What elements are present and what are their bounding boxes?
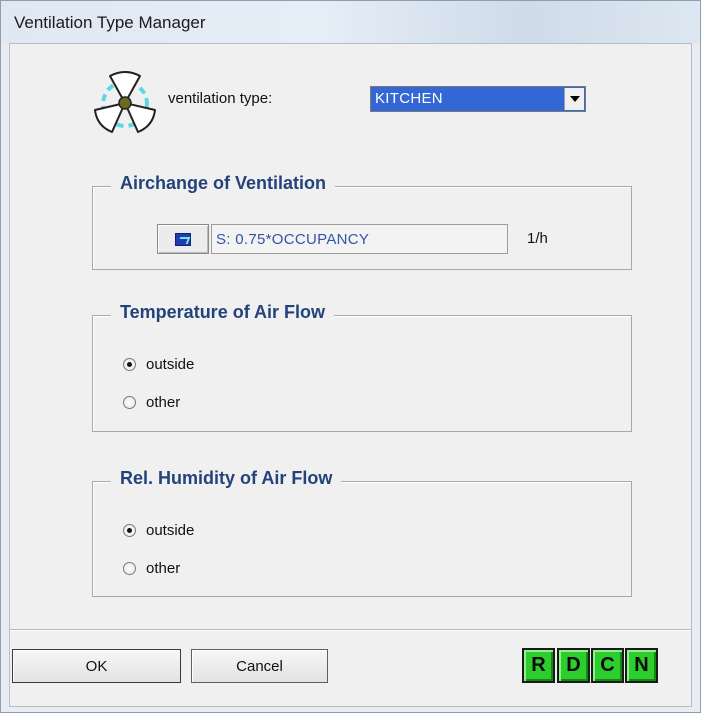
tool-button-c[interactable]: C — [591, 648, 624, 683]
airchange-unit: 1/h — [527, 230, 548, 247]
radio-button[interactable] — [123, 523, 136, 537]
tool-button-d[interactable]: D — [557, 648, 590, 683]
dialog-body: ventilation type: KITCHEN Airchange of V… — [9, 43, 692, 707]
ventilation-type-select[interactable]: KITCHEN — [370, 86, 586, 112]
footer-divider — [10, 629, 691, 631]
ventilation-type-value: KITCHEN — [375, 90, 443, 107]
link-icon — [175, 232, 191, 246]
ventilation-type-label: ventilation type: — [168, 90, 273, 107]
radio-label: other — [146, 559, 181, 577]
fan-icon — [94, 71, 156, 133]
tool-button-n[interactable]: N — [625, 648, 658, 683]
humidity-group-title: Rel. Humidity of Air Flow — [111, 468, 342, 489]
cancel-button[interactable]: Cancel — [191, 649, 328, 683]
dialog-window: Ventilation Type Manager ventilation typ… — [0, 0, 701, 713]
radio-label: outside — [146, 355, 195, 373]
humidity-option-other[interactable]: other — [123, 558, 180, 578]
temperature-group: Temperature of Air Flow outside other — [92, 302, 632, 432]
radio-button[interactable] — [123, 561, 136, 575]
window-title: Ventilation Type Manager — [14, 13, 206, 32]
radio-label: outside — [146, 521, 195, 539]
temperature-option-other[interactable]: other — [123, 392, 180, 412]
airchange-group: Airchange of Ventilation S: 0.75*OCCUPAN… — [92, 173, 632, 270]
radio-button[interactable] — [123, 357, 136, 371]
chevron-down-icon — [569, 96, 580, 102]
radio-label: other — [146, 393, 181, 411]
temperature-option-outside[interactable]: outside — [123, 354, 194, 374]
formula-link-button[interactable] — [157, 224, 209, 254]
airchange-formula-value: S: 0.75*OCCUPANCY — [216, 231, 370, 248]
airchange-formula-field[interactable]: S: 0.75*OCCUPANCY — [211, 224, 508, 254]
title-bar[interactable]: Ventilation Type Manager — [1, 1, 700, 43]
temperature-group-title: Temperature of Air Flow — [111, 302, 335, 323]
radio-button[interactable] — [123, 395, 136, 409]
humidity-option-outside[interactable]: outside — [123, 520, 194, 540]
humidity-group: Rel. Humidity of Air Flow outside other — [92, 468, 632, 597]
tool-button-r[interactable]: R — [522, 648, 555, 683]
airchange-group-title: Airchange of Ventilation — [111, 173, 336, 194]
ok-button[interactable]: OK — [12, 649, 181, 683]
dropdown-button[interactable] — [564, 88, 584, 110]
